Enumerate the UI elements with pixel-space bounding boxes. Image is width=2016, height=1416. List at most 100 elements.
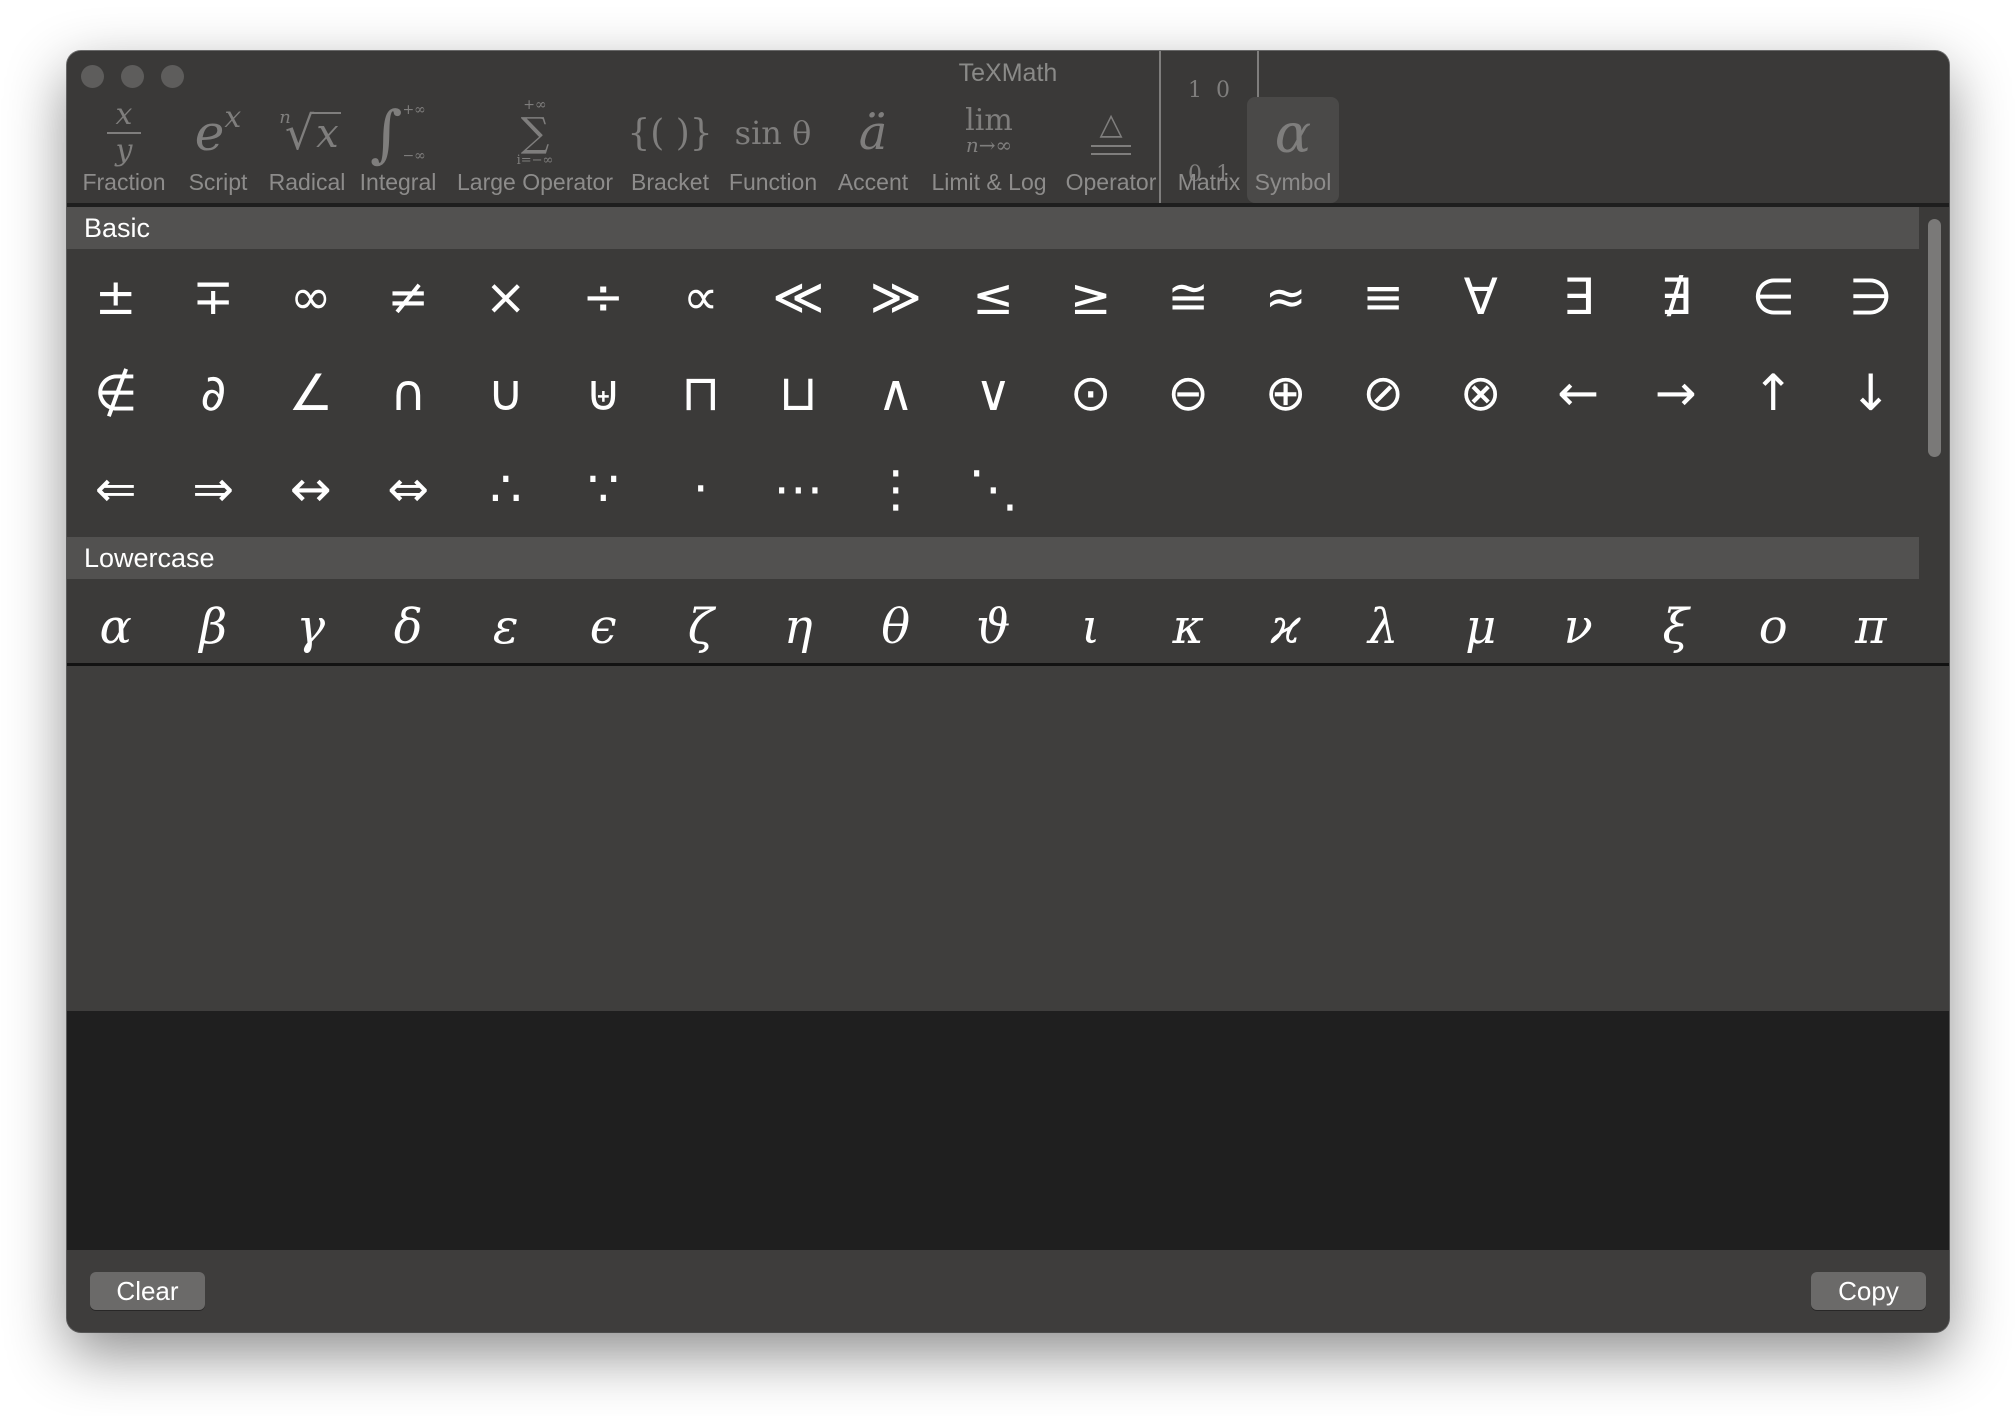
symbol-cell[interactable]: ∝ — [652, 249, 750, 345]
symbol-cell[interactable]: ≥ — [1042, 249, 1140, 345]
symbol-cell[interactable]: μ — [1432, 579, 1530, 663]
symbol-cell[interactable]: ∧ — [847, 345, 945, 441]
titlebar: TeXMath x y Fraction ex Script n √ x Rad… — [67, 51, 1949, 247]
summation-icon: +∞ ∑ i=−∞ — [516, 97, 554, 168]
tool-radical[interactable]: n √ x Radical — [265, 97, 349, 203]
symbol-cell[interactable]: κ — [1140, 579, 1238, 663]
symbol-cell[interactable]: ↓ — [1822, 345, 1920, 441]
bracket-icon: {( )} — [627, 112, 713, 154]
symbol-cell[interactable]: η — [750, 579, 848, 663]
symbol-cell[interactable]: δ — [360, 579, 458, 663]
symbol-cell[interactable]: ≪ — [750, 249, 848, 345]
symbol-scrollbar[interactable] — [1919, 207, 1949, 663]
symbol-cell[interactable]: ϑ — [945, 579, 1043, 663]
tool-integral[interactable]: ∫ +∞ −∞ Integral — [357, 97, 439, 203]
symbol-cell[interactable]: ∄ — [1627, 249, 1725, 345]
window-title: TeXMath — [958, 59, 1058, 87]
tool-fraction[interactable]: x y Fraction — [81, 97, 167, 203]
tool-matrix[interactable]: 1 0 0 1 Matrix — [1159, 51, 1259, 247]
symbol-cell[interactable]: ⊘ — [1335, 345, 1433, 441]
latex-editor[interactable] — [67, 666, 1949, 1011]
symbol-cell[interactable]: π — [1822, 579, 1920, 663]
symbol-cell[interactable]: ∩ — [360, 345, 458, 441]
toolbar: x y Fraction ex Script n √ x Radical ∫ +… — [67, 51, 1949, 247]
symbol-cell[interactable]: ∈ — [1725, 249, 1823, 345]
limit-icon: lim n→∞ — [965, 103, 1013, 158]
symbol-cell[interactable]: ∋ — [1822, 249, 1920, 345]
tool-symbol-label: Symbol — [1254, 169, 1332, 195]
symbol-cell[interactable]: ≈ — [1237, 249, 1335, 345]
tool-matrix-label: Matrix — [1177, 169, 1241, 195]
symbol-cell[interactable]: ≡ — [1335, 249, 1433, 345]
symbol-cell[interactable]: ⊓ — [652, 345, 750, 441]
symbol-cell[interactable]: ≫ — [847, 249, 945, 345]
tool-bracket[interactable]: {( )} Bracket — [627, 97, 713, 203]
tool-limit-log[interactable]: lim n→∞ Limit & Log — [925, 97, 1053, 203]
symbol-cell[interactable]: ∓ — [165, 249, 263, 345]
symbol-cell[interactable]: ⋱ — [945, 441, 1043, 537]
symbol-cell[interactable]: ∀ — [1432, 249, 1530, 345]
copy-button[interactable]: Copy — [1811, 1272, 1926, 1310]
symbol-cell[interactable]: β — [165, 579, 263, 663]
symbol-cell[interactable]: ο — [1725, 579, 1823, 663]
tool-script[interactable]: ex Script — [183, 97, 253, 203]
symbol-cell[interactable]: ⇔ — [360, 441, 458, 537]
symbol-cell[interactable]: ∂ — [165, 345, 263, 441]
symbol-cell[interactable]: ← — [1530, 345, 1628, 441]
symbol-cell[interactable]: ⊔ — [750, 345, 848, 441]
tool-function[interactable]: sin θ Function — [725, 97, 821, 203]
fraction-icon: x y — [107, 97, 141, 169]
symbol-cell[interactable]: ⊗ — [1432, 345, 1530, 441]
tool-accent[interactable]: ä Accent — [833, 97, 913, 203]
symbol-cell[interactable]: ⊖ — [1140, 345, 1238, 441]
symbol-cell[interactable]: ⇐ — [67, 441, 165, 537]
scroll-thumb[interactable] — [1928, 219, 1941, 457]
symbol-cell[interactable]: ζ — [652, 579, 750, 663]
symbol-cell[interactable]: ↔ — [262, 441, 360, 537]
symbol-cell[interactable]: × — [457, 249, 555, 345]
clear-button[interactable]: Clear — [90, 1272, 205, 1310]
tool-limit-log-label: Limit & Log — [931, 169, 1047, 195]
symbol-cell[interactable]: ϰ — [1237, 579, 1335, 663]
symbol-cell[interactable]: ⊎ — [555, 345, 653, 441]
basic-symbol-grid: ± ∓ ∞ ≠ × ÷ ∝ ≪ ≫ ≤ ≥ ≅ ≈ ≡ ∀ ∃ ∄ ∈ ∋ ∉ ∂ ∠ ∩ ∪ ⊎ ⊓ ⊔ ∧ ∨ ⊙ ⊖ ⊕ ⊘ ⊗ ← → ↑ ↓ ⇐ ⇒… — [67, 249, 1919, 537]
tool-large-operator[interactable]: +∞ ∑ i=−∞ Large Operator — [453, 97, 617, 203]
symbol-cell[interactable]: γ — [262, 579, 360, 663]
symbol-cell[interactable]: θ — [847, 579, 945, 663]
symbol-cell[interactable]: ϵ — [555, 579, 653, 663]
symbol-cell[interactable]: ∵ — [555, 441, 653, 537]
symbol-cell[interactable]: ↑ — [1725, 345, 1823, 441]
symbol-cell[interactable]: → — [1627, 345, 1725, 441]
symbol-cell[interactable]: ∪ — [457, 345, 555, 441]
tool-bracket-label: Bracket — [631, 169, 709, 195]
function-icon: sin θ — [734, 114, 812, 152]
symbol-cell[interactable]: ∠ — [262, 345, 360, 441]
symbol-cell[interactable]: ≤ — [945, 249, 1043, 345]
symbol-cell[interactable]: λ — [1335, 579, 1433, 663]
symbol-cell[interactable]: ⋯ — [750, 441, 848, 537]
symbol-cell[interactable]: ÷ — [555, 249, 653, 345]
symbol-cell[interactable]: ∞ — [262, 249, 360, 345]
symbol-cell[interactable]: ∃ — [1530, 249, 1628, 345]
symbol-cell[interactable]: ν — [1530, 579, 1628, 663]
symbol-cell[interactable]: ε — [457, 579, 555, 663]
symbol-picker[interactable]: Basic ± ∓ ∞ ≠ × ÷ ∝ ≪ ≫ ≤ ≥ ≅ ≈ ≡ ∀ ∃ ∄ ∈ ∋ ∉ ∂ ∠ ∩ ∪ ⊎ ⊓ ⊔ ∧ ∨ ⊙ ⊖ ⊕ ⊘ ⊗… — [67, 207, 1949, 663]
symbol-cell[interactable]: α — [67, 579, 165, 663]
texmath-window: TeXMath x y Fraction ex Script n √ x Rad… — [67, 51, 1949, 1332]
symbol-cell[interactable]: ⊕ — [1237, 345, 1335, 441]
symbol-cell[interactable]: ∴ — [457, 441, 555, 537]
symbol-cell[interactable]: ± — [67, 249, 165, 345]
symbol-cell[interactable]: · — [652, 441, 750, 537]
tool-operator[interactable]: △ Operator — [1061, 97, 1161, 203]
math-preview — [67, 1011, 1949, 1250]
symbol-cell[interactable]: ⇒ — [165, 441, 263, 537]
symbol-cell[interactable]: ∉ — [67, 345, 165, 441]
symbol-cell[interactable]: ⋮ — [847, 441, 945, 537]
tool-symbol[interactable]: α Symbol — [1247, 97, 1339, 203]
symbol-cell[interactable]: ⊙ — [1042, 345, 1140, 441]
symbol-cell[interactable]: ∨ — [945, 345, 1043, 441]
symbol-cell[interactable]: ≠ — [360, 249, 458, 345]
symbol-cell[interactable]: ≅ — [1140, 249, 1238, 345]
symbol-cell[interactable]: ξ — [1627, 579, 1725, 663]
symbol-cell[interactable]: ι — [1042, 579, 1140, 663]
